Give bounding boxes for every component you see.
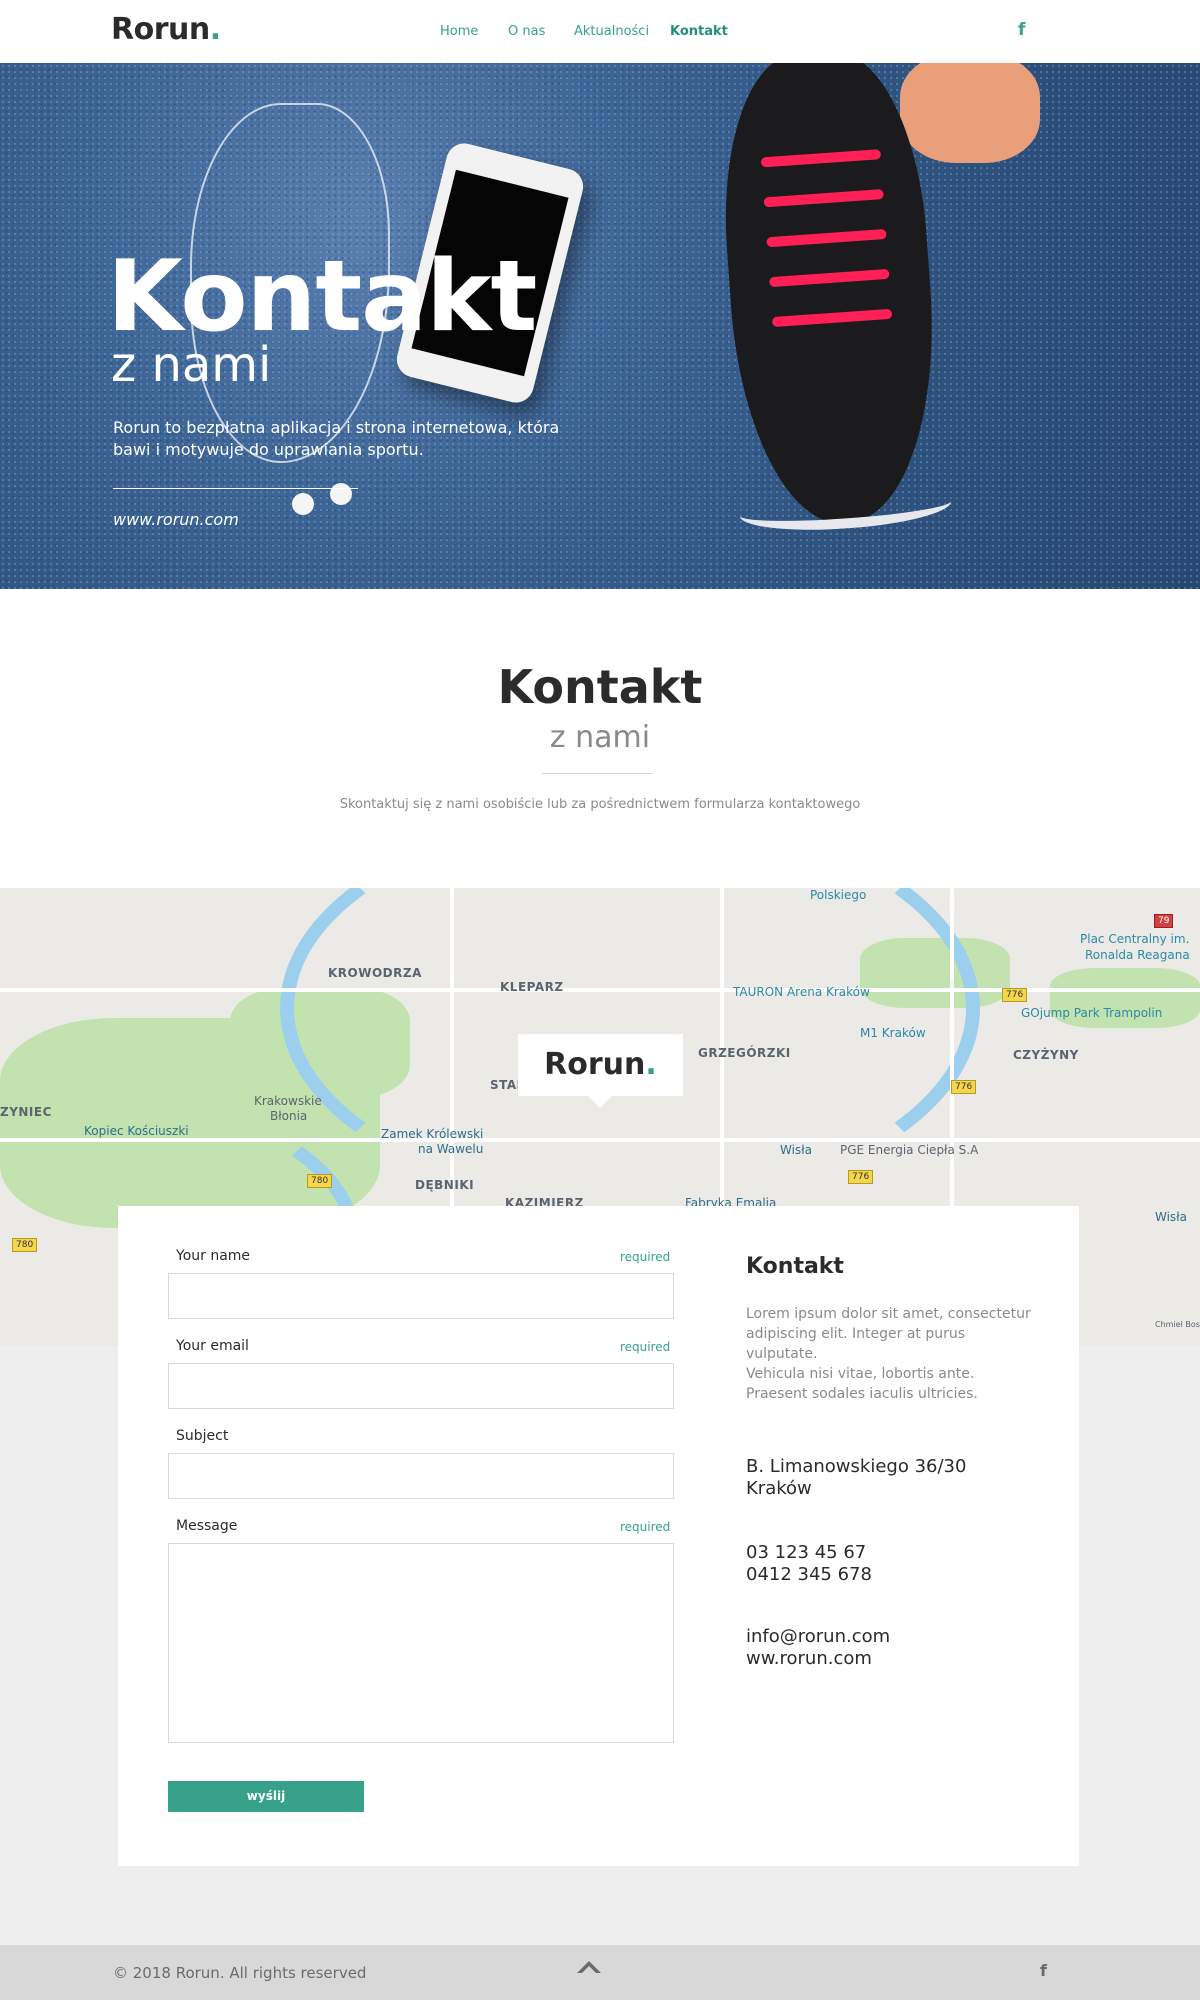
hero-banner: Kontakt z nami Rorun to bezpłatna aplika… [0, 63, 1200, 589]
map-label: Wisła [780, 1143, 812, 1157]
nav-aktualnosci[interactable]: Aktualności [574, 24, 649, 39]
address-city: Kraków [746, 1478, 812, 1499]
map-label: KROWODRZA [328, 966, 422, 980]
submit-button[interactable]: wyślij [168, 1781, 364, 1812]
map-label: CZYŻYNY [1013, 1048, 1079, 1062]
required-indicator: required [620, 1250, 671, 1264]
section-title: Kontakt [497, 660, 703, 714]
nav-home[interactable]: Home [440, 24, 478, 39]
map-label: DĘBNIKI [415, 1178, 475, 1192]
map-road [0, 1138, 1200, 1142]
map-label: GOjump Park Trampolin [1021, 1006, 1163, 1020]
site-footer: © 2018 Rorun. All rights reserved f [0, 1945, 1200, 2000]
copyright-text: © 2018 Rorun. All rights reserved [113, 1964, 367, 1982]
hero-title: Kontakt [107, 240, 537, 354]
contact-card: Your name required Your email required S… [118, 1206, 1079, 1866]
road-shield: 776 [1002, 988, 1028, 1002]
message-field[interactable] [168, 1543, 674, 1743]
map-label: Zamek Królewski [381, 1127, 484, 1141]
email-link[interactable]: info@rorun.com [746, 1626, 1046, 1648]
map-label: Plac Centralny im. [1080, 932, 1190, 946]
hero-divider [113, 488, 358, 489]
site-header: Rorun. Home O nas Aktualności Kontakt f [0, 0, 1200, 63]
hero-description: Rorun to bezpłatna aplikacja i strona in… [113, 418, 560, 459]
road-shield: 776 [848, 1170, 874, 1184]
road-shield: 780 [12, 1238, 38, 1252]
hero-url-link[interactable]: www.rorun.com [113, 510, 239, 529]
map-label: KLEPARZ [500, 980, 564, 994]
required-indicator: required [620, 1340, 671, 1354]
map-marker-pointer [588, 1096, 612, 1108]
map-label: PGE Energia Ciepła S.A [840, 1143, 979, 1157]
map-label: ZYNIEC [0, 1105, 52, 1119]
map-label: Ronalda Reagana [1085, 948, 1190, 962]
email-field[interactable] [168, 1363, 674, 1409]
earbud-image [292, 493, 314, 515]
nav-kontakt[interactable]: Kontakt [670, 24, 728, 39]
map-label: Wisła [1155, 1210, 1187, 1224]
section-subtitle: z nami [549, 720, 651, 755]
name-field[interactable] [168, 1273, 674, 1319]
contact-text: Vehicula nisi vitae, lobortis ante. Prae… [746, 1366, 978, 1402]
facebook-icon[interactable]: f [1040, 1961, 1047, 1980]
map-marker-logo[interactable]: Rorun. [518, 1034, 683, 1096]
earbud-image [330, 483, 352, 505]
road-shield: 79 [1154, 914, 1174, 928]
email-label: Your email [176, 1338, 249, 1354]
map-label: M1 Kraków [860, 1026, 926, 1040]
phone-number[interactable]: 03 123 45 67 [746, 1542, 1046, 1564]
map-label: GRZEGÓRZKI [698, 1046, 791, 1060]
map-label: Krakowskie [254, 1094, 322, 1108]
nav-o-nas[interactable]: O nas [508, 24, 545, 39]
message-label: Message [176, 1518, 238, 1534]
phone-number[interactable]: 0412 345 678 [746, 1564, 1046, 1586]
name-label: Your name [176, 1248, 251, 1264]
site-logo[interactable]: Rorun. [111, 12, 221, 47]
website-link[interactable]: ww.rorun.com [746, 1648, 1046, 1670]
map-label: Kopiec Kościuszki [84, 1124, 189, 1138]
required-indicator: required [620, 1520, 671, 1534]
map-label: na Wawelu [418, 1142, 484, 1156]
subject-label: Subject [176, 1428, 229, 1444]
map-label: Błonia [270, 1109, 308, 1123]
contact-title: Kontakt [746, 1254, 844, 1279]
address-line: B. Limanowskiego 36/30 [746, 1456, 967, 1477]
scroll-top-icon[interactable] [577, 1961, 601, 1973]
contact-text: Lorem ipsum dolor sit amet, consectetur … [746, 1306, 1031, 1362]
hand-image [900, 63, 1040, 163]
map-label: Chmiel Bose [1155, 1320, 1200, 1329]
map-label: Polskiego [810, 888, 867, 902]
road-shield: 780 [307, 1174, 333, 1188]
road-shield: 776 [951, 1080, 977, 1094]
map-label: STAI [490, 1078, 522, 1092]
section-description: Skontaktuj się z nami osobiście lub za p… [339, 797, 861, 812]
facebook-icon[interactable]: f [1018, 20, 1025, 40]
section-divider [542, 773, 652, 774]
hero-subtitle: z nami [111, 337, 272, 393]
map-label: TAURON Arena Kraków [733, 985, 870, 999]
subject-field[interactable] [168, 1453, 674, 1499]
